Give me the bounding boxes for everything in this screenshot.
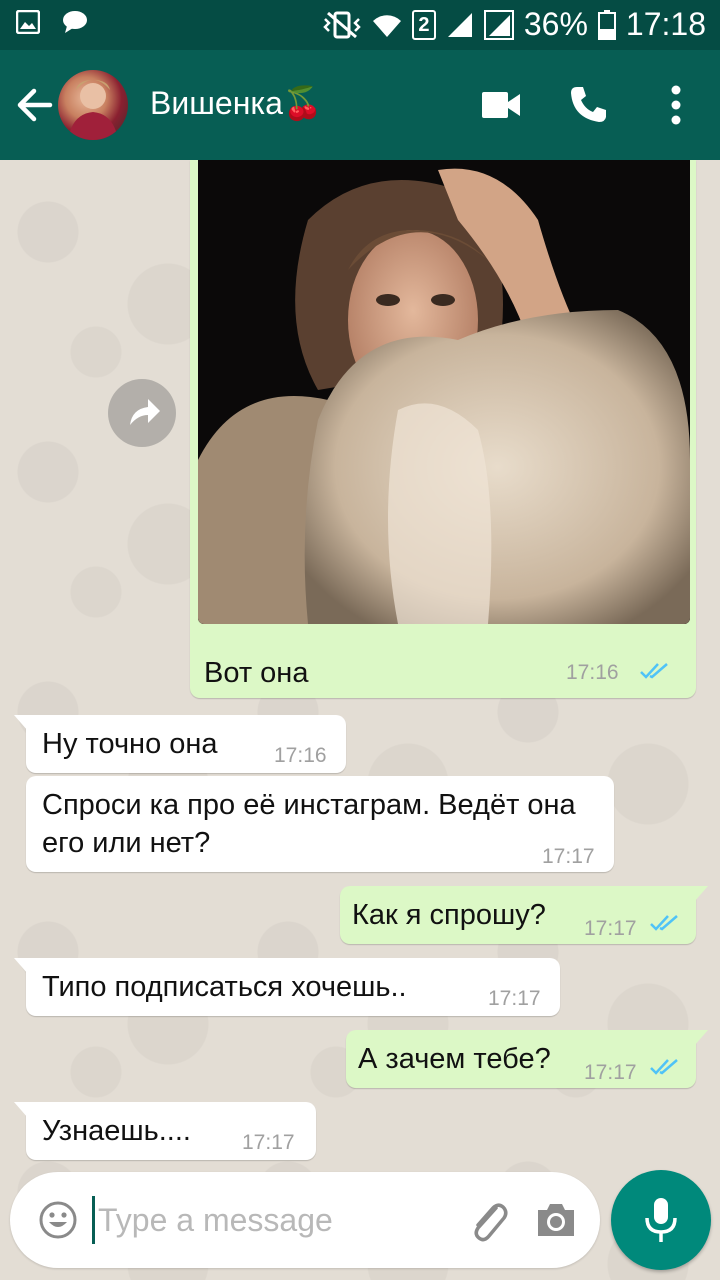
bubble-tail: [694, 1030, 708, 1046]
mic-button[interactable]: [611, 1170, 711, 1270]
battery-percent: 36%: [523, 6, 588, 42]
message-time: 17:17: [242, 1131, 295, 1154]
message-bubble-incoming[interactable]: Узнаешь.... 17:17: [14, 1102, 316, 1160]
battery-icon: [597, 9, 616, 40]
attach-icon[interactable]: [466, 1198, 510, 1244]
message-text: Типо подписаться хочешь..: [42, 971, 407, 1003]
mic-icon: [645, 1198, 677, 1242]
message-bubble-outgoing[interactable]: А зачем тебе? 17:17: [346, 1030, 708, 1088]
vibrate-icon: [323, 11, 361, 38]
forward-button[interactable]: [108, 379, 176, 447]
message-photo[interactable]: [198, 160, 690, 624]
message-time: 17:16: [566, 661, 619, 684]
gallery-icon: [16, 10, 40, 34]
more-vert-icon[interactable]: [664, 84, 688, 126]
bubble-tail: [14, 1102, 28, 1118]
phone-call-icon[interactable]: [568, 84, 608, 124]
message-bubble-incoming[interactable]: Ну точно она 17:16: [14, 715, 346, 773]
forward-icon: [130, 399, 160, 425]
message-bubble-incoming[interactable]: Типо подписаться хочешь.. 17:17: [14, 958, 560, 1016]
back-arrow-icon[interactable]: [14, 82, 54, 128]
message-time: 17:16: [274, 744, 327, 767]
message-bubble-incoming[interactable]: Спроси ка про её инстаграм. Ведёт она ег…: [26, 776, 614, 872]
message-text: Спроси ка про её инстаграм. Ведёт она ег…: [42, 789, 576, 859]
read-ticks-icon: [640, 663, 668, 679]
message-text: А зачем тебе?: [358, 1043, 551, 1075]
text-caret: [92, 1196, 95, 1244]
message-text: Узнаешь....: [42, 1115, 191, 1147]
message-text: Как я спрошу?: [352, 899, 546, 931]
chat-bubble-icon: [63, 11, 87, 33]
message-time: 17:17: [584, 1061, 637, 1084]
chat-header: Вишенка🍒: [0, 50, 720, 160]
clock: 17:18: [625, 6, 706, 42]
bubble-tail: [14, 958, 28, 974]
status-bar: 2 36% 17:18: [0, 0, 720, 50]
message-bubble-outgoing[interactable]: Как я спрошу? 17:17: [340, 886, 708, 944]
emoji-icon[interactable]: [38, 1200, 78, 1240]
message-input[interactable]: [98, 1196, 458, 1244]
wifi-icon: [372, 14, 401, 37]
bubble-tail: [694, 886, 708, 902]
camera-icon[interactable]: [534, 1200, 578, 1240]
message-time: 17:17: [584, 917, 637, 940]
message-list[interactable]: Вот она 17:16 Ну точно она 17:16 Спроси …: [0, 160, 720, 1280]
message-text: Ну точно она: [42, 728, 218, 760]
signal-icon: [483, 9, 514, 40]
signal-icon: [447, 12, 472, 37]
message-time: 17:17: [488, 987, 541, 1010]
contact-name[interactable]: Вишенка🍒: [150, 84, 323, 122]
sim-badge: 2: [411, 9, 436, 40]
message-composer: [10, 1172, 600, 1268]
message-text: Вот она: [204, 657, 309, 689]
message-bubble-outgoing[interactable]: Вот она 17:16: [190, 160, 696, 698]
video-call-icon[interactable]: [480, 88, 522, 122]
read-ticks-icon: [650, 915, 678, 931]
read-ticks-icon: [650, 1059, 678, 1075]
message-time: 17:17: [542, 845, 595, 868]
bubble-tail: [14, 715, 28, 731]
avatar[interactable]: [58, 70, 128, 140]
